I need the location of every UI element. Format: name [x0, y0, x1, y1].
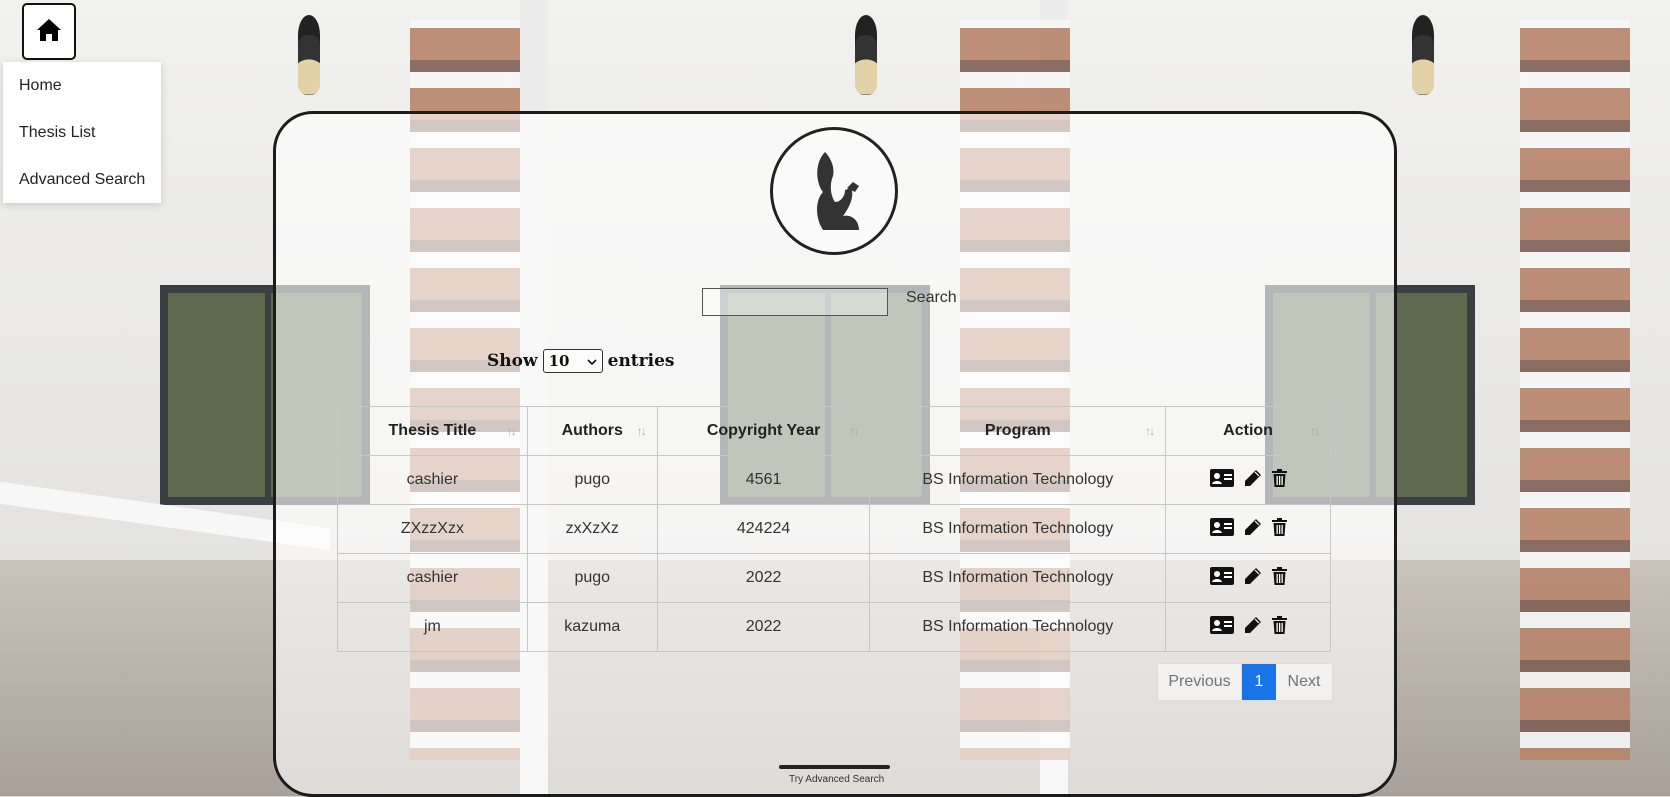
table-row: jm kazuma 2022 BS Information Technology: [337, 602, 1331, 652]
cell-authors: pugo: [526, 553, 658, 603]
cell-authors: zxXzXz: [526, 504, 658, 554]
pagination-next-button[interactable]: Next: [1276, 664, 1332, 700]
menu-item-advanced-search[interactable]: Advanced Search: [19, 171, 145, 189]
cell-action: [1165, 602, 1331, 652]
trash-icon[interactable]: [1271, 566, 1287, 590]
chevron-down-icon: [587, 352, 597, 370]
cell-action: [1165, 504, 1331, 554]
column-header-action[interactable]: Action ↑↓: [1165, 406, 1331, 456]
id-card-icon[interactable]: [1209, 468, 1234, 492]
id-card-icon[interactable]: [1209, 566, 1234, 590]
cell-authors: kazuma: [526, 602, 658, 652]
sort-icon: ↑↓: [1145, 424, 1155, 438]
cell-program: BS Information Technology: [869, 553, 1167, 603]
column-header-copyright-year[interactable]: Copyright Year ↑↓: [656, 406, 871, 456]
pagination: Previous 1 Next: [1157, 663, 1333, 701]
cell-thesis-title: cashier: [337, 455, 528, 505]
column-header-program[interactable]: Program ↑↓: [869, 406, 1167, 456]
trash-icon[interactable]: [1271, 468, 1287, 492]
divider: [779, 765, 890, 769]
table-row: cashier pugo 4561 BS Information Technol…: [337, 455, 1331, 505]
menu-item-thesis-list[interactable]: Thesis List: [19, 124, 95, 142]
pagination-previous-button[interactable]: Previous: [1158, 664, 1242, 700]
pencil-icon[interactable]: [1244, 616, 1262, 639]
show-entries-control: Show 10 entries: [487, 349, 674, 373]
entries-select-value: 10: [548, 352, 570, 370]
pencil-icon[interactable]: [1244, 469, 1262, 492]
pencil-icon[interactable]: [1244, 518, 1262, 541]
advanced-search-link[interactable]: Try Advanced Search: [789, 774, 884, 785]
cell-copyright-year: 4561: [656, 455, 871, 505]
entries-label: entries: [607, 351, 675, 371]
table-row: ZXzzXzx zxXzXz 424224 BS Information Tec…: [337, 504, 1331, 554]
entries-select[interactable]: 10: [542, 349, 603, 373]
cell-thesis-title: jm: [337, 602, 528, 652]
trash-icon[interactable]: [1271, 615, 1287, 639]
cell-copyright-year: 2022: [656, 602, 871, 652]
search-input[interactable]: [702, 288, 888, 316]
table-row: cashier pugo 2022 BS Information Technol…: [337, 553, 1331, 603]
sort-icon: ↑↓: [506, 424, 517, 438]
column-header-thesis-title[interactable]: Thesis Title ↑↓: [337, 406, 528, 456]
cell-program: BS Information Technology: [869, 504, 1167, 554]
pagination-page-button[interactable]: 1: [1242, 664, 1276, 700]
cell-action: [1165, 553, 1331, 603]
thesis-table: Thesis Title ↑↓ Authors ↑↓ Copyright Year ↑…: [337, 406, 1331, 652]
cell-program: BS Information Technology: [869, 602, 1167, 652]
cell-copyright-year: 2022: [656, 553, 871, 603]
trash-icon[interactable]: [1271, 517, 1287, 541]
site-logo: [770, 127, 898, 255]
sort-icon: ↑↓: [849, 424, 859, 438]
pencil-icon[interactable]: [1244, 567, 1262, 590]
cell-thesis-title: ZXzzXzx: [337, 504, 528, 554]
sort-icon: ↑↓: [636, 424, 647, 438]
cell-thesis-title: cashier: [337, 553, 528, 603]
cell-authors: pugo: [526, 455, 658, 505]
home-menu-button[interactable]: [22, 3, 76, 60]
home-icon: [36, 18, 62, 46]
cell-action: [1165, 455, 1331, 505]
search-button[interactable]: Search: [906, 289, 957, 307]
menu-item-home[interactable]: Home: [19, 77, 62, 95]
sort-icon: ↑↓: [1310, 424, 1320, 438]
nav-dropdown-menu: Home Thesis List Advanced Search: [3, 62, 161, 203]
column-header-authors[interactable]: Authors ↑↓: [526, 406, 658, 456]
id-card-icon[interactable]: [1209, 615, 1234, 639]
table-header-row: Thesis Title ↑↓ Authors ↑↓ Copyright Year ↑…: [337, 406, 1331, 456]
id-card-icon[interactable]: [1209, 517, 1234, 541]
cell-program: BS Information Technology: [869, 455, 1167, 505]
show-label: Show: [487, 351, 538, 371]
cell-copyright-year: 424224: [656, 504, 871, 554]
